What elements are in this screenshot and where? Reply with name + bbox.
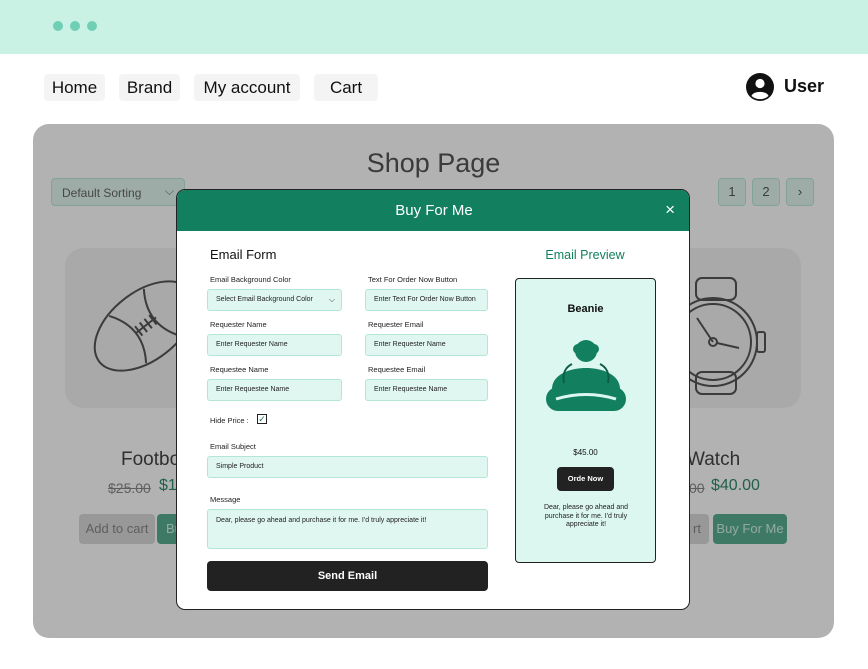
checkmark-icon: ✓	[258, 414, 266, 424]
window-dot-icon	[87, 21, 97, 31]
subject-input[interactable]: Simple Product	[207, 456, 488, 478]
preview-title: Email Preview	[545, 248, 625, 262]
requestee-email-input[interactable]: Enter Requestee Name	[365, 379, 488, 401]
requester-name-input[interactable]: Enter Requester Name	[207, 334, 342, 356]
hide-price-label: Hide Price :	[210, 416, 249, 425]
nav-cart[interactable]: Cart	[314, 74, 378, 101]
email-preview-card: Beanie $45.00 Orde Now Dear, please go a…	[515, 278, 656, 563]
bg-color-label: Email Background Color	[210, 275, 291, 284]
requestee-name-input[interactable]: Enter Requestee Name	[207, 379, 342, 401]
preview-price: $45.00	[573, 448, 598, 457]
modal-header: Buy For Me ×	[177, 190, 689, 231]
requestee-email-label: Requestee Email	[368, 365, 426, 374]
preview-product-name: Beanie	[567, 303, 604, 315]
window-dot-icon	[53, 21, 63, 31]
order-text-label: Text For Order Now Button	[368, 275, 458, 284]
send-email-button[interactable]: Send Email	[207, 561, 488, 591]
message-textarea[interactable]: Dear, please go ahead and purchase it fo…	[207, 509, 488, 549]
requester-email-label: Requester Email	[368, 320, 424, 329]
requestee-name-label: Requestee Name	[210, 365, 269, 374]
window-dot-icon	[70, 21, 80, 31]
preview-message: Dear, please go ahead and purchase it fo…	[543, 504, 629, 528]
buy-for-me-modal: Buy For Me × Email Form Email Background…	[176, 189, 690, 610]
hide-price-checkbox[interactable]: ✓	[257, 414, 267, 424]
form-title: Email Form	[210, 247, 277, 262]
user-menu[interactable]: User	[784, 76, 824, 97]
close-icon[interactable]: ×	[665, 200, 675, 220]
order-now-button[interactable]: Orde Now	[557, 467, 614, 491]
beanie-icon	[546, 340, 626, 411]
chevron-down-icon: ⌵	[328, 295, 335, 304]
subject-label: Email Subject	[210, 442, 256, 451]
requester-name-label: Requester Name	[210, 320, 267, 329]
bg-color-select[interactable]: Select Email Background Color ⌵	[207, 289, 342, 311]
bg-color-value: Select Email Background Color	[216, 296, 313, 303]
nav-brand[interactable]: Brand	[119, 74, 180, 101]
nav-home[interactable]: Home	[44, 74, 105, 101]
modal-title: Buy For Me	[395, 202, 473, 219]
message-label: Message	[210, 495, 241, 504]
user-icon[interactable]	[746, 73, 774, 101]
nav-my-account[interactable]: My account	[194, 74, 300, 101]
requester-email-input[interactable]: Enter Requester Name	[365, 334, 488, 356]
order-text-input[interactable]: Enter Text For Order Now Button	[365, 289, 488, 311]
browser-title-bar	[0, 0, 868, 54]
